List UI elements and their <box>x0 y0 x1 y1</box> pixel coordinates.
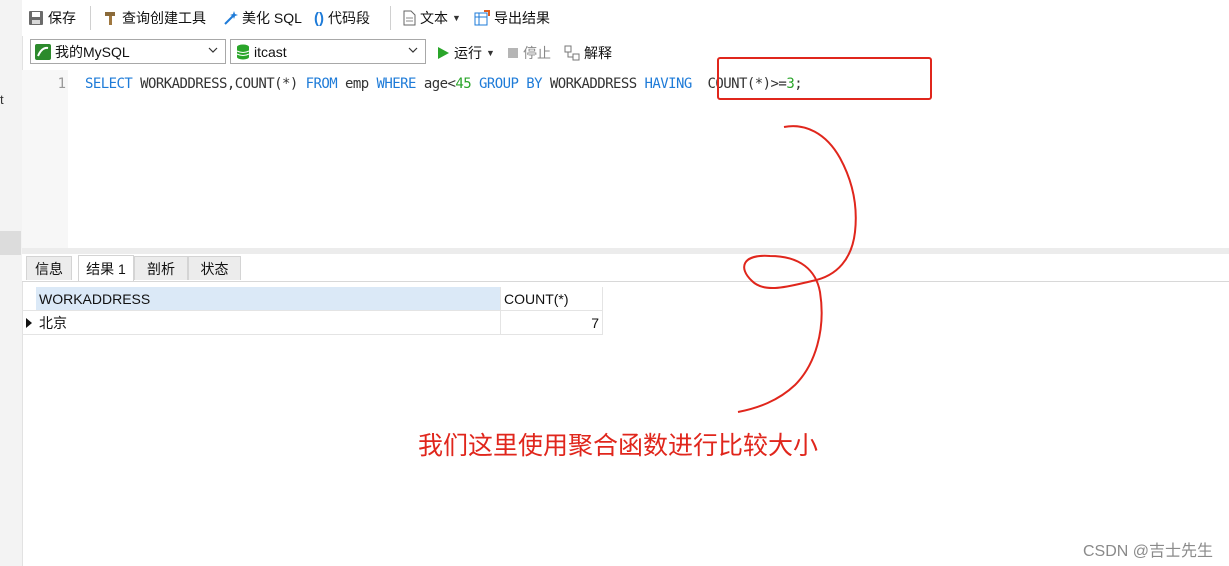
database-icon <box>236 44 250 60</box>
explain-button[interactable]: 解释 <box>564 43 612 63</box>
save-button[interactable]: 保存 <box>28 8 76 28</box>
stop-icon <box>507 47 519 59</box>
code-snippet-button[interactable]: () 代码段 <box>314 8 370 28</box>
beautify-sql-label: 美化 SQL <box>242 10 302 26</box>
connection-select[interactable]: 我的MySQL <box>30 39 226 64</box>
sql-code-line[interactable]: SELECT WORKADDRESS,COUNT(*) FROM emp WHE… <box>85 76 803 92</box>
sql-keyword: FROM <box>305 76 338 92</box>
play-icon <box>436 46 450 60</box>
explain-icon <box>564 45 580 61</box>
column-header-workaddress[interactable]: WORKADDRESS <box>36 287 501 311</box>
mysql-connection-icon <box>35 43 51 60</box>
toolbar-divider <box>390 6 391 30</box>
export-grid-icon <box>474 10 490 26</box>
dropdown-arrow-icon: ▼ <box>452 13 461 23</box>
grid-corner <box>22 287 36 311</box>
line-number: 1 <box>57 76 66 92</box>
left-panel-text: t <box>0 92 4 107</box>
chevron-down-icon <box>207 44 219 59</box>
sql-keyword: GROUP BY <box>479 76 543 92</box>
column-header-label: COUNT(*) <box>504 290 569 307</box>
export-label: 导出结果 <box>494 10 550 26</box>
tab-result-1[interactable]: 结果 1 <box>78 255 134 281</box>
stop-label: 停止 <box>523 45 551 61</box>
hammer-icon <box>104 10 118 26</box>
explain-label: 解释 <box>584 45 612 61</box>
sql-text: ; <box>794 76 803 92</box>
query-builder-label: 查询创建工具 <box>122 10 206 26</box>
annotation-text: 我们这里使用聚合函数进行比较大小 <box>418 432 819 460</box>
sql-text: WORKADDRESS,COUNT(*) <box>132 76 306 92</box>
tab-status[interactable]: 状态 <box>188 256 241 280</box>
left-panel-selection <box>0 231 21 255</box>
query-builder-button[interactable]: 查询创建工具 <box>104 8 206 28</box>
sql-text: emp <box>337 76 377 92</box>
query-toolbar: 我的MySQL itcast 运行 ▼ 停止 解释 <box>22 36 1229 70</box>
line-number-gutter: 1 <box>22 70 68 248</box>
cell-value: 7 <box>591 314 599 331</box>
cell-value: 北京 <box>39 314 67 331</box>
watermark: CSDN @吉士先生 <box>1082 543 1213 560</box>
tab-label: 结果 1 <box>86 260 126 277</box>
tab-profile[interactable]: 剖析 <box>134 256 188 280</box>
stop-button[interactable]: 停止 <box>507 43 551 63</box>
table-cell[interactable]: 7 <box>501 311 603 335</box>
magic-wand-icon <box>222 10 238 26</box>
sql-text: COUNT(*)>= <box>691 76 787 92</box>
document-icon <box>403 10 416 26</box>
sql-text: WORKADDRESS <box>542 76 645 92</box>
left-panel-strip: t <box>0 0 23 566</box>
toolbar-divider <box>90 6 91 30</box>
column-header-count[interactable]: COUNT(*) <box>501 287 603 311</box>
sql-keyword: SELECT <box>85 76 133 92</box>
sql-keyword: HAVING <box>644 76 692 92</box>
table-cell[interactable]: 北京 <box>36 311 501 335</box>
save-label: 保存 <box>48 10 76 26</box>
tab-label: 剖析 <box>147 260 175 277</box>
editor-text-area[interactable] <box>68 70 1229 248</box>
result-tabs: 信息 结果 1 剖析 状态 <box>22 254 1229 282</box>
dropdown-arrow-icon: ▼ <box>486 48 495 58</box>
sql-keyword: WHERE <box>376 76 417 92</box>
run-button[interactable]: 运行 ▼ <box>436 43 495 63</box>
column-header-label: WORKADDRESS <box>39 290 151 307</box>
database-select[interactable]: itcast <box>230 39 426 64</box>
export-results-button[interactable]: 导出结果 <box>474 8 550 28</box>
text-label: 文本 <box>420 10 448 26</box>
code-snippet-label: 代码段 <box>328 10 370 26</box>
beautify-sql-button[interactable]: 美化 SQL <box>222 8 302 28</box>
sql-editor[interactable]: 1 SELECT WORKADDRESS,COUNT(*) FROM emp W… <box>22 70 1229 248</box>
floppy-disk-icon <box>28 10 44 26</box>
main-toolbar: 保存 查询创建工具 美化 SQL () 代码段 文本 ▼ 导出结果 <box>22 0 1229 36</box>
sql-number: 45 <box>455 76 472 92</box>
chevron-down-icon <box>407 44 419 59</box>
row-indicator <box>22 311 36 335</box>
run-label: 运行 <box>454 45 482 61</box>
sql-text: age< <box>415 76 456 92</box>
database-name: itcast <box>254 43 287 60</box>
parentheses-icon: () <box>314 9 324 27</box>
connection-name: 我的MySQL <box>55 43 130 60</box>
tab-label: 状态 <box>200 260 229 277</box>
text-menu-button[interactable]: 文本 ▼ <box>403 8 461 28</box>
current-row-arrow-icon <box>26 317 33 328</box>
tab-label: 信息 <box>35 260 63 277</box>
tab-info[interactable]: 信息 <box>26 256 72 280</box>
